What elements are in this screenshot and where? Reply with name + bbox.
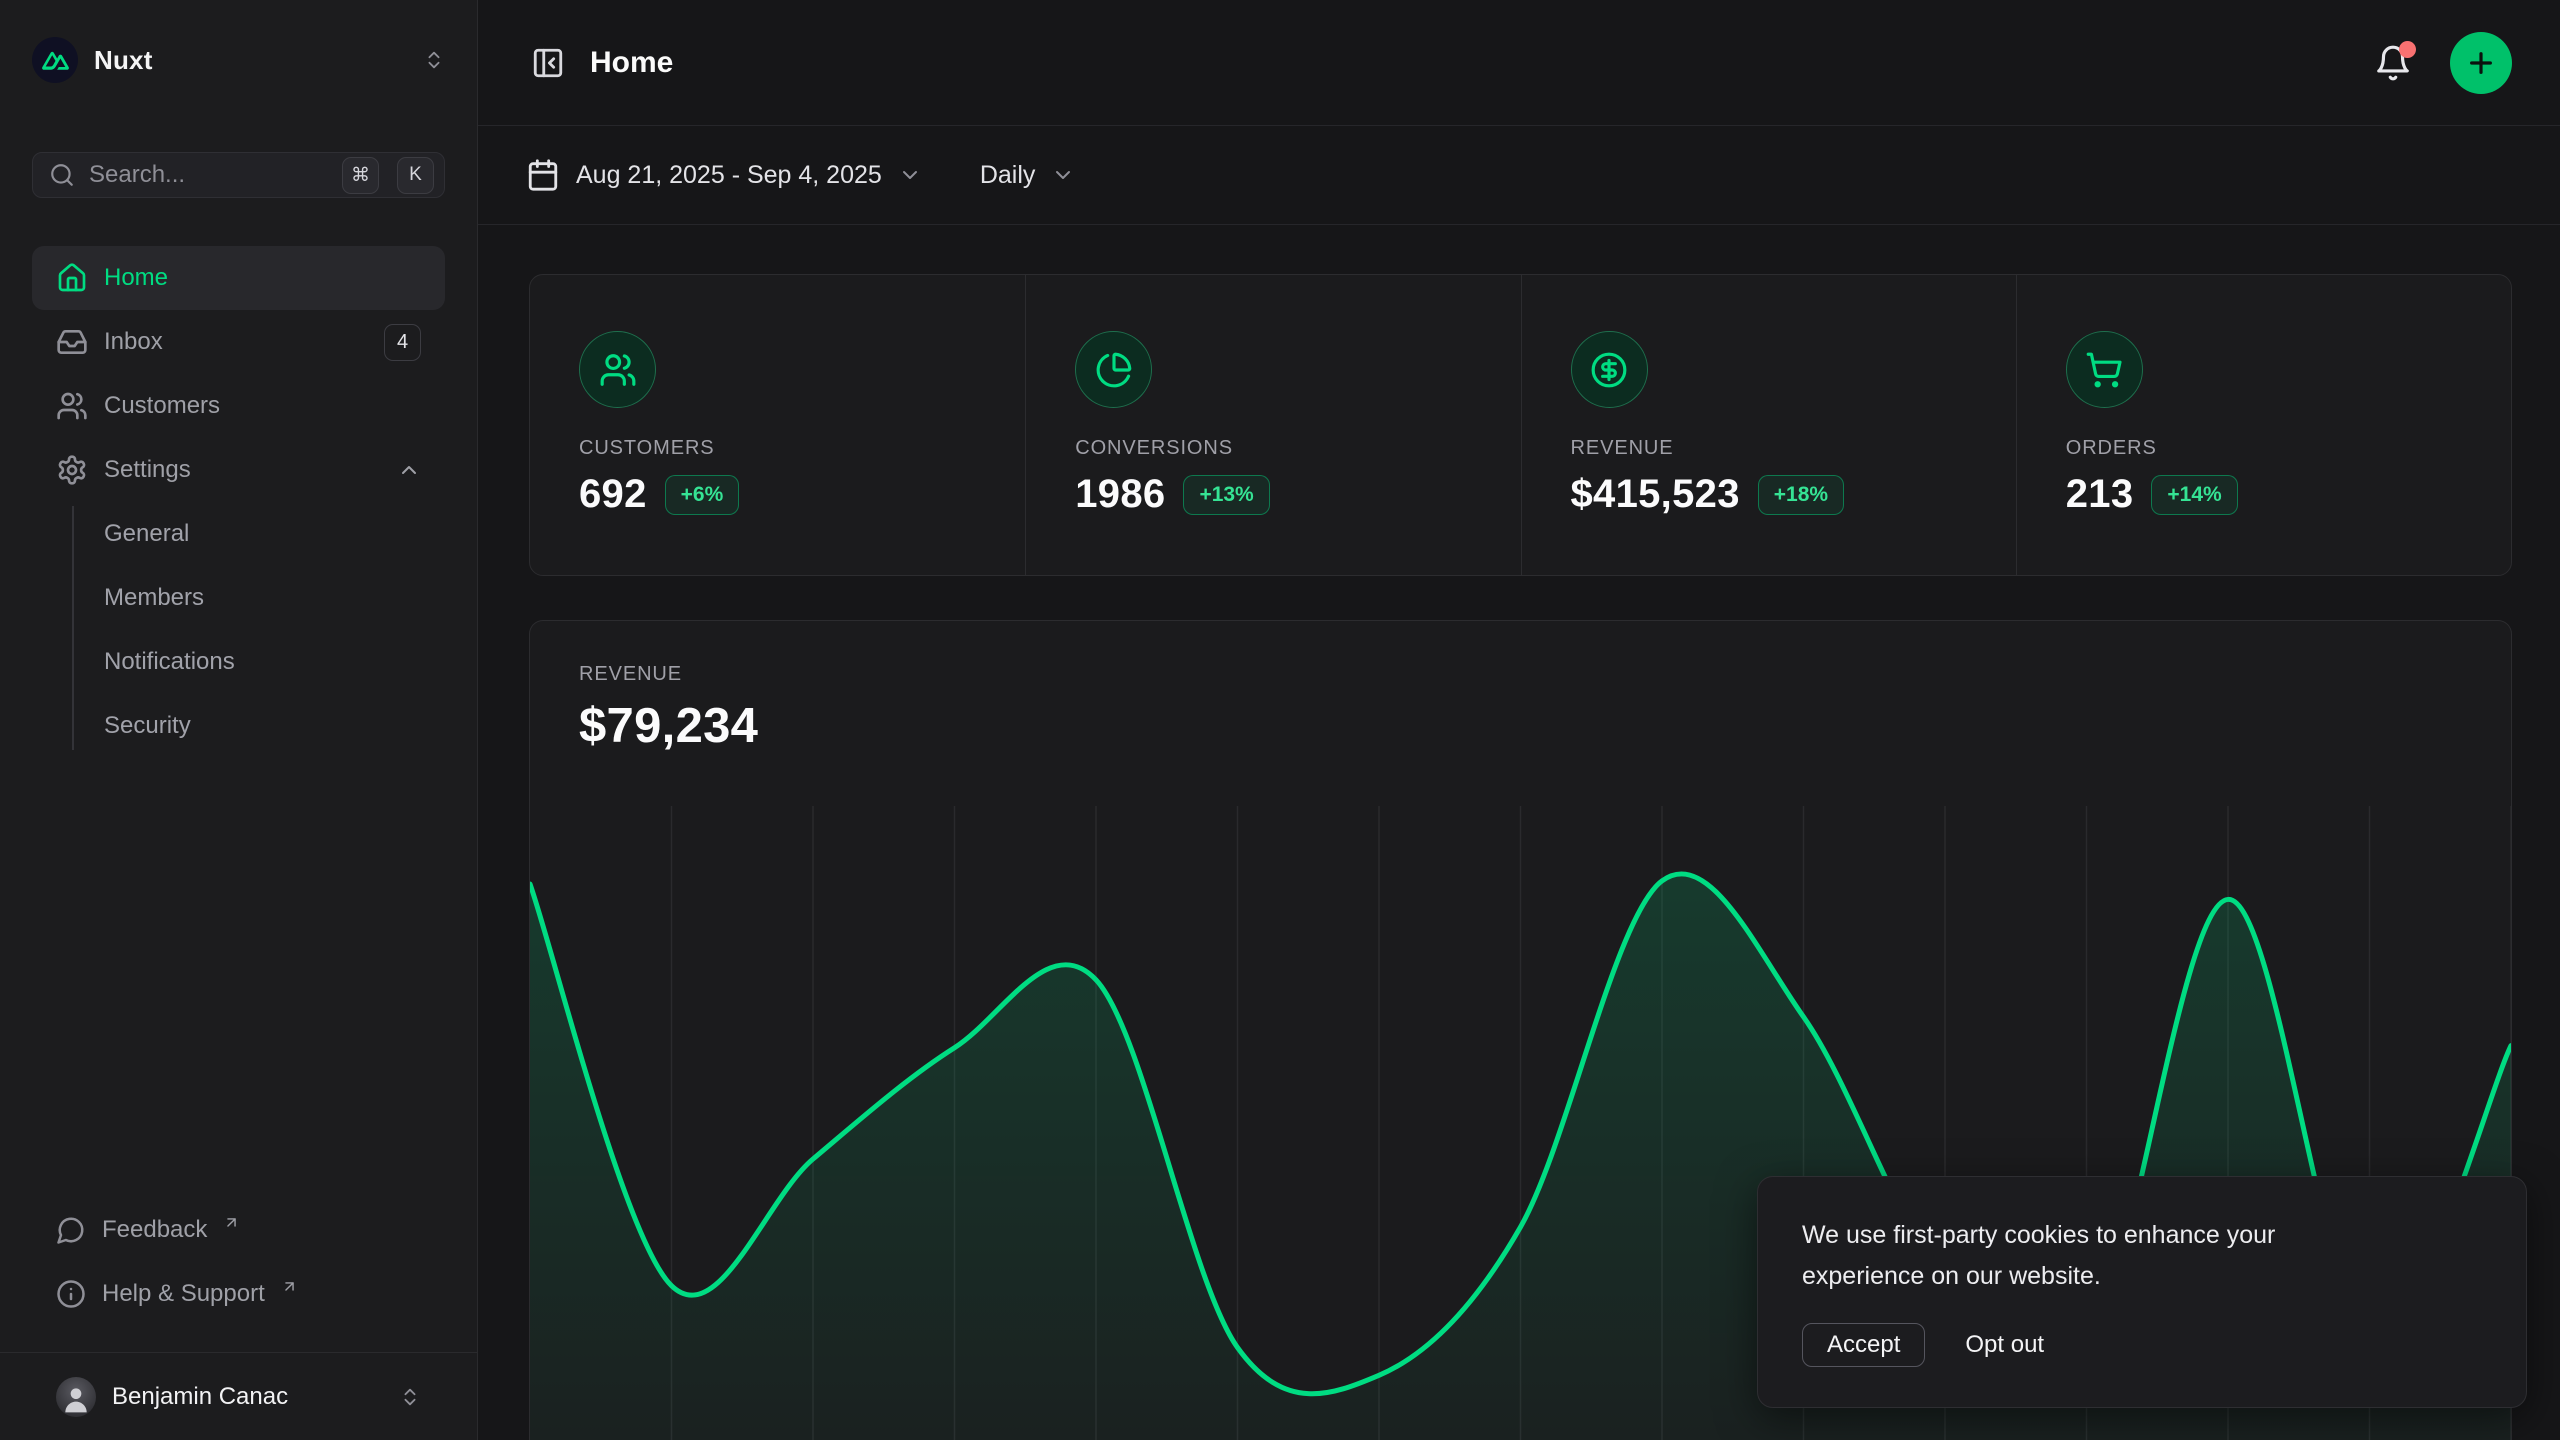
feedback-link[interactable]: Feedback xyxy=(32,1198,445,1262)
stat-value: $415,523 xyxy=(1571,472,1740,517)
stat-label: CUSTOMERS xyxy=(579,437,1025,460)
user-menu-button[interactable]: Benjamin Canac xyxy=(32,1353,445,1440)
page-title: Home xyxy=(590,46,673,80)
notifications-button[interactable] xyxy=(2374,44,2412,82)
optout-cookies-button[interactable]: Opt out xyxy=(1965,1331,2044,1359)
cookie-banner: We use first-party cookies to enhance yo… xyxy=(1757,1176,2527,1408)
chevron-down-icon xyxy=(1051,163,1075,187)
stat-label: REVENUE xyxy=(1571,437,2016,460)
stat-value: 213 xyxy=(2066,472,2134,517)
chevron-down-icon xyxy=(898,163,922,187)
sidebar-item-settings[interactable]: Settings xyxy=(32,438,445,502)
settings-subnav: General Members Notifications Security xyxy=(32,502,445,758)
granularity-select[interactable]: Daily xyxy=(980,161,1076,190)
users-icon xyxy=(599,351,637,389)
stat-label: CONVERSIONS xyxy=(1075,437,1520,460)
stat-delta-badge: +18% xyxy=(1758,475,1844,515)
sidebar-item-label: Inbox xyxy=(104,328,163,356)
sidebar-item-label: Home xyxy=(104,264,168,292)
sidebar-item-label: Customers xyxy=(104,392,220,420)
brand-name: Nuxt xyxy=(94,45,153,76)
external-link-icon xyxy=(223,1214,240,1231)
stat-card-orders[interactable]: ORDERS 213 +14% xyxy=(2016,275,2511,575)
revenue-chart-label: REVENUE xyxy=(579,663,2462,686)
stat-card-customers[interactable]: CUSTOMERS 692 +6% xyxy=(530,275,1025,575)
stat-delta-badge: +14% xyxy=(2151,475,2237,515)
cookie-message-line2: experience on our website. xyxy=(1802,1256,2482,1297)
stat-icon-circle xyxy=(579,331,656,408)
gear-icon xyxy=(56,454,88,486)
help-support-label: Help & Support xyxy=(102,1280,265,1308)
kbd-k: K xyxy=(397,157,434,194)
date-range-value: Aug 21, 2025 - Sep 4, 2025 xyxy=(576,161,882,190)
plus-icon xyxy=(2465,47,2497,79)
sidebar-item-customers[interactable]: Customers xyxy=(32,374,445,438)
house-icon xyxy=(56,262,88,294)
stat-delta-badge: +6% xyxy=(665,475,740,515)
sidebar-item-notifications[interactable]: Notifications xyxy=(32,630,445,694)
users-icon xyxy=(56,390,88,422)
sidebar-footer: Feedback Help & Support Benjamin Canac xyxy=(32,1198,445,1440)
team-switcher[interactable]: Nuxt xyxy=(32,28,445,92)
date-range-picker[interactable]: Aug 21, 2025 - Sep 4, 2025 xyxy=(526,158,922,192)
sidebar-item-inbox[interactable]: Inbox 4 xyxy=(32,310,445,374)
message-circle-icon xyxy=(56,1215,86,1245)
stats-row: CUSTOMERS 692 +6% CONVERSIONS 1986 +13% xyxy=(529,274,2512,576)
notification-dot xyxy=(2399,41,2416,58)
stat-label: ORDERS xyxy=(2066,437,2511,460)
revenue-chart-total: $79,234 xyxy=(579,698,2462,754)
sidebar-item-general[interactable]: General xyxy=(32,502,445,566)
stat-delta-badge: +13% xyxy=(1183,475,1269,515)
sidebar-nav: Home Inbox 4 Customers Settings General … xyxy=(32,246,445,758)
sidebar-item-label: Settings xyxy=(104,456,191,484)
sidebar-item-members[interactable]: Members xyxy=(32,566,445,630)
panel-left-close-icon xyxy=(531,46,565,80)
inbox-count-badge: 4 xyxy=(384,324,421,361)
chevrons-up-down-icon xyxy=(399,1386,421,1408)
feedback-label: Feedback xyxy=(102,1216,207,1244)
search-icon xyxy=(49,162,75,188)
chevrons-up-down-icon xyxy=(423,49,445,71)
collapse-sidebar-button[interactable] xyxy=(526,41,570,85)
sidebar-item-security[interactable]: Security xyxy=(32,694,445,758)
stat-icon-circle xyxy=(2066,331,2143,408)
stat-card-revenue[interactable]: REVENUE $415,523 +18% xyxy=(1521,275,2016,575)
help-support-link[interactable]: Help & Support xyxy=(32,1262,445,1326)
chevron-up-icon xyxy=(397,458,421,482)
stat-icon-circle xyxy=(1075,331,1152,408)
dollar-circle-icon xyxy=(1590,351,1628,389)
filters-toolbar: Aug 21, 2025 - Sep 4, 2025 Daily xyxy=(478,126,2560,225)
avatar xyxy=(56,1377,96,1417)
shopping-cart-icon xyxy=(2085,351,2123,389)
granularity-value: Daily xyxy=(980,161,1036,190)
page-header: Home xyxy=(478,0,2560,126)
external-link-icon xyxy=(281,1278,298,1295)
search-input[interactable]: Search... ⌘ K xyxy=(32,152,445,198)
cookie-message-line1: We use first-party cookies to enhance yo… xyxy=(1802,1215,2482,1256)
user-name: Benjamin Canac xyxy=(112,1383,288,1411)
add-button[interactable] xyxy=(2450,32,2512,94)
inbox-icon xyxy=(56,326,88,358)
search-placeholder: Search... xyxy=(89,161,328,189)
kbd-command: ⌘ xyxy=(342,157,379,194)
stat-value: 692 xyxy=(579,472,647,517)
nuxt-logo-icon xyxy=(32,37,78,83)
stat-card-conversions[interactable]: CONVERSIONS 1986 +13% xyxy=(1025,275,1520,575)
pie-chart-icon xyxy=(1095,351,1133,389)
info-circle-icon xyxy=(56,1279,86,1309)
calendar-icon xyxy=(526,158,560,192)
stat-icon-circle xyxy=(1571,331,1648,408)
accept-cookies-button[interactable]: Accept xyxy=(1802,1323,1925,1367)
sidebar: Nuxt Search... ⌘ K Home Inbox 4 Customer… xyxy=(0,0,478,1440)
stat-value: 1986 xyxy=(1075,472,1165,517)
sidebar-item-home[interactable]: Home xyxy=(32,246,445,310)
app-root: Nuxt Search... ⌘ K Home Inbox 4 Customer… xyxy=(0,0,2560,1440)
